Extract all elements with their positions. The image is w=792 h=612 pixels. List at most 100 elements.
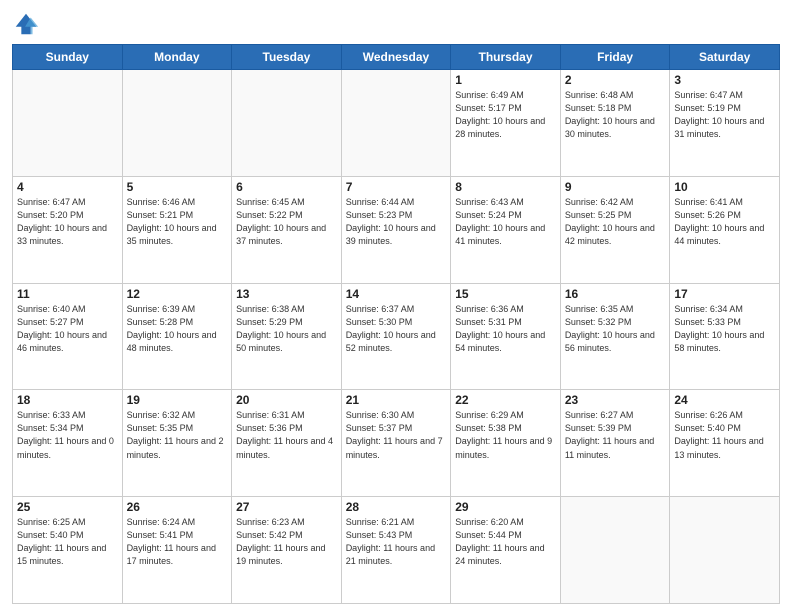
day-info: Sunrise: 6:44 AM Sunset: 5:23 PM Dayligh… [346,196,447,248]
calendar-cell: 5 Sunrise: 6:46 AM Sunset: 5:21 PM Daylig… [122,176,232,283]
day-number: 22 [455,393,556,407]
day-info: Sunrise: 6:33 AM Sunset: 5:34 PM Dayligh… [17,409,118,461]
day-info: Sunrise: 6:46 AM Sunset: 5:21 PM Dayligh… [127,196,228,248]
calendar-cell: 28Sunrise: 6:21 AM Sunset: 5:43 PM Dayli… [341,497,451,604]
calendar-header-row: SundayMondayTuesdayWednesdayThursdayFrid… [13,45,780,70]
day-info: Sunrise: 6:25 AM Sunset: 5:40 PM Dayligh… [17,516,118,568]
calendar-cell: 17 Sunrise: 6:34 AM Sunset: 5:33 PM Dayli… [670,283,780,390]
calendar-week-row: 1Sunrise: 6:49 AM Sunset: 5:17 PM Daylig… [13,70,780,177]
calendar-cell: 25 Sunrise: 6:25 AM Sunset: 5:40 PM Dayli… [13,497,123,604]
day-number: 12 [127,287,228,301]
calendar-cell: 6 Sunrise: 6:45 AM Sunset: 5:22 PM Daylig… [232,176,342,283]
header [12,10,780,38]
calendar-cell [122,70,232,177]
day-number: 9 [565,180,666,194]
day-number: 18 [17,393,118,407]
calendar-cell: 1Sunrise: 6:49 AM Sunset: 5:17 PM Daylig… [451,70,561,177]
calendar-cell: 7 Sunrise: 6:44 AM Sunset: 5:23 PM Daylig… [341,176,451,283]
day-info: Sunrise: 6:34 AM Sunset: 5:33 PM Dayligh… [674,303,775,355]
calendar-cell: 8 Sunrise: 6:43 AM Sunset: 5:24 PM Daylig… [451,176,561,283]
day-info: Sunrise: 6:23 AM Sunset: 5:42 PM Dayligh… [236,516,337,568]
day-info: Sunrise: 6:21 AM Sunset: 5:43 PM Dayligh… [346,516,447,568]
calendar-cell: 16Sunrise: 6:35 AM Sunset: 5:32 PM Dayli… [560,283,670,390]
calendar-cell [670,497,780,604]
day-number: 7 [346,180,447,194]
day-info: Sunrise: 6:45 AM Sunset: 5:22 PM Dayligh… [236,196,337,248]
calendar-cell: 13 Sunrise: 6:38 AM Sunset: 5:29 PM Dayli… [232,283,342,390]
day-info: Sunrise: 6:29 AM Sunset: 5:38 PM Dayligh… [455,409,556,461]
day-number: 14 [346,287,447,301]
day-header-sunday: Sunday [13,45,123,70]
day-info: Sunrise: 6:47 AM Sunset: 5:20 PM Dayligh… [17,196,118,248]
day-header-monday: Monday [122,45,232,70]
day-number: 17 [674,287,775,301]
day-info: Sunrise: 6:20 AM Sunset: 5:44 PM Dayligh… [455,516,556,568]
day-number: 2 [565,73,666,87]
day-info: Sunrise: 6:48 AM Sunset: 5:18 PM Dayligh… [565,89,666,141]
day-header-wednesday: Wednesday [341,45,451,70]
day-number: 11 [17,287,118,301]
day-number: 3 [674,73,775,87]
day-number: 25 [17,500,118,514]
day-number: 10 [674,180,775,194]
calendar-cell: 9 Sunrise: 6:42 AM Sunset: 5:25 PM Daylig… [560,176,670,283]
calendar-cell: 11 Sunrise: 6:40 AM Sunset: 5:27 PM Dayli… [13,283,123,390]
day-number: 21 [346,393,447,407]
calendar-cell: 2 Sunrise: 6:48 AM Sunset: 5:18 PM Daylig… [560,70,670,177]
calendar-cell: 27 Sunrise: 6:23 AM Sunset: 5:42 PM Dayli… [232,497,342,604]
day-header-saturday: Saturday [670,45,780,70]
day-number: 29 [455,500,556,514]
calendar-cell: 22 Sunrise: 6:29 AM Sunset: 5:38 PM Dayli… [451,390,561,497]
day-header-thursday: Thursday [451,45,561,70]
day-number: 6 [236,180,337,194]
day-info: Sunrise: 6:39 AM Sunset: 5:28 PM Dayligh… [127,303,228,355]
day-number: 16 [565,287,666,301]
day-number: 24 [674,393,775,407]
page: SundayMondayTuesdayWednesdayThursdayFrid… [0,0,792,612]
day-header-tuesday: Tuesday [232,45,342,70]
day-info: Sunrise: 6:41 AM Sunset: 5:26 PM Dayligh… [674,196,775,248]
day-number: 26 [127,500,228,514]
day-info: Sunrise: 6:32 AM Sunset: 5:35 PM Dayligh… [127,409,228,461]
calendar-cell: 19 Sunrise: 6:32 AM Sunset: 5:35 PM Dayli… [122,390,232,497]
day-info: Sunrise: 6:47 AM Sunset: 5:19 PM Dayligh… [674,89,775,141]
day-info: Sunrise: 6:24 AM Sunset: 5:41 PM Dayligh… [127,516,228,568]
day-number: 5 [127,180,228,194]
calendar-cell: 21 Sunrise: 6:30 AM Sunset: 5:37 PM Dayli… [341,390,451,497]
calendar-cell [232,70,342,177]
day-info: Sunrise: 6:30 AM Sunset: 5:37 PM Dayligh… [346,409,447,461]
calendar-week-row: 4 Sunrise: 6:47 AM Sunset: 5:20 PM Daylig… [13,176,780,283]
day-number: 20 [236,393,337,407]
calendar-cell: 23 Sunrise: 6:27 AM Sunset: 5:39 PM Dayli… [560,390,670,497]
calendar-week-row: 25 Sunrise: 6:25 AM Sunset: 5:40 PM Dayli… [13,497,780,604]
day-info: Sunrise: 6:43 AM Sunset: 5:24 PM Dayligh… [455,196,556,248]
calendar-cell: 10 Sunrise: 6:41 AM Sunset: 5:26 PM Dayli… [670,176,780,283]
day-number: 13 [236,287,337,301]
calendar-cell [341,70,451,177]
day-header-friday: Friday [560,45,670,70]
calendar-cell: 26 Sunrise: 6:24 AM Sunset: 5:41 PM Dayli… [122,497,232,604]
calendar-cell [560,497,670,604]
day-info: Sunrise: 6:37 AM Sunset: 5:30 PM Dayligh… [346,303,447,355]
day-info: Sunrise: 6:40 AM Sunset: 5:27 PM Dayligh… [17,303,118,355]
day-number: 23 [565,393,666,407]
calendar-cell: 18 Sunrise: 6:33 AM Sunset: 5:34 PM Dayli… [13,390,123,497]
logo-icon [12,10,40,38]
day-info: Sunrise: 6:42 AM Sunset: 5:25 PM Dayligh… [565,196,666,248]
day-number: 8 [455,180,556,194]
calendar-cell: 29 Sunrise: 6:20 AM Sunset: 5:44 PM Dayli… [451,497,561,604]
day-info: Sunrise: 6:38 AM Sunset: 5:29 PM Dayligh… [236,303,337,355]
calendar-cell: 20Sunrise: 6:31 AM Sunset: 5:36 PM Dayli… [232,390,342,497]
day-number: 19 [127,393,228,407]
calendar-cell: 4 Sunrise: 6:47 AM Sunset: 5:20 PM Daylig… [13,176,123,283]
calendar-cell [13,70,123,177]
logo [12,10,44,38]
calendar-cell: 3 Sunrise: 6:47 AM Sunset: 5:19 PM Daylig… [670,70,780,177]
day-info: Sunrise: 6:27 AM Sunset: 5:39 PM Dayligh… [565,409,666,461]
calendar-cell: 24Sunrise: 6:26 AM Sunset: 5:40 PM Dayli… [670,390,780,497]
calendar-table: SundayMondayTuesdayWednesdayThursdayFrid… [12,44,780,604]
calendar-week-row: 11 Sunrise: 6:40 AM Sunset: 5:27 PM Dayli… [13,283,780,390]
day-number: 4 [17,180,118,194]
day-number: 15 [455,287,556,301]
day-number: 27 [236,500,337,514]
